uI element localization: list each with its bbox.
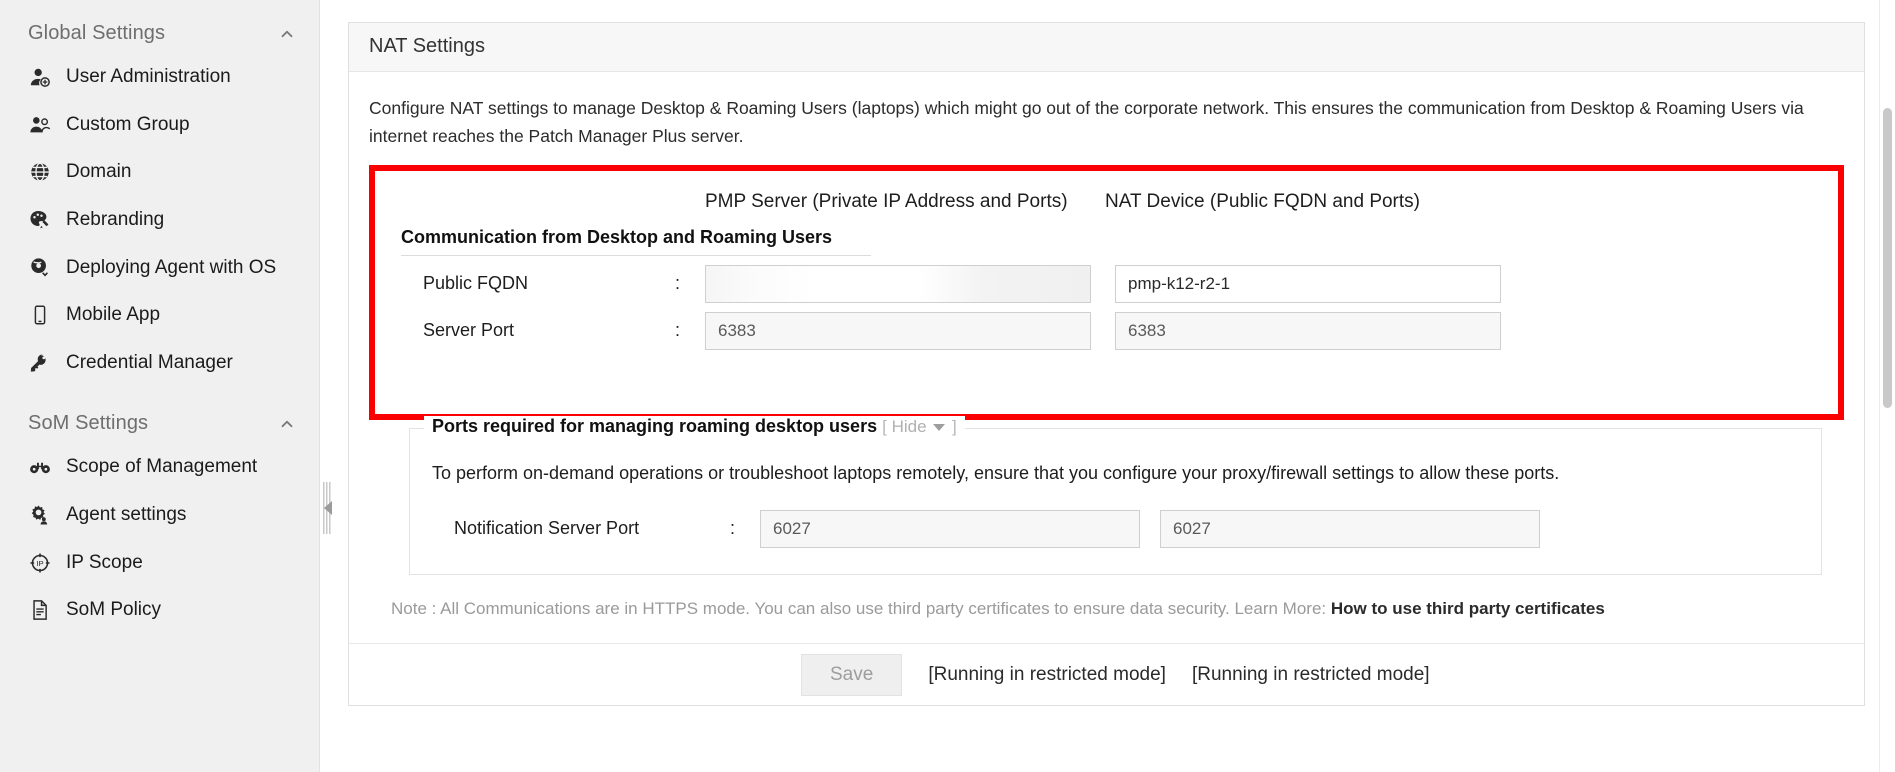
row-colon: : <box>675 273 681 294</box>
sidebar-item-label: IP Scope <box>66 551 143 573</box>
nat-settings-card: NAT Settings Configure NAT settings to m… <box>348 22 1865 706</box>
page-title: NAT Settings <box>349 23 1864 72</box>
sidebar-item-label: Deploying Agent with OS <box>66 256 277 278</box>
sidebar-item-label: Agent settings <box>66 504 187 526</box>
nat-settings-highlight-box: PMP Server (Private IP Address and Ports… <box>369 164 1844 420</box>
column-header-nat-device: NAT Device (Public FQDN and Ports) <box>1105 190 1420 212</box>
notification-server-port-nat-input[interactable] <box>1160 509 1540 548</box>
note-prefix: Note : <box>391 598 441 618</box>
sidebar-section-global-settings[interactable]: Global Settings <box>0 14 319 53</box>
mobile-phone-icon <box>28 303 52 327</box>
sidebar-item-label: Custom Group <box>66 113 190 135</box>
main-content: NAT Settings Configure NAT settings to m… <box>320 0 1895 772</box>
sidebar-item-label: SoM Policy <box>66 599 162 621</box>
server-port-pmp-input[interactable] <box>705 311 1091 350</box>
form-row-notification-server-port: Notification Server Port : <box>410 484 1821 548</box>
form-footer: Save [Running in restricted mode] [Runni… <box>349 643 1864 705</box>
globe-icon <box>28 160 52 184</box>
roaming-ports-fieldset: Ports required for managing roaming desk… <box>409 415 1822 575</box>
document-icon <box>28 598 52 622</box>
sidebar-item-agent-settings[interactable]: Agent settings <box>0 491 319 539</box>
note-text: Note : All Communications are in HTTPS m… <box>369 575 1844 619</box>
note-body: All Communications are in HTTPS mode. Yo… <box>440 598 1331 618</box>
user-add-icon <box>28 65 52 89</box>
subsection-header-wrap: Communication from Desktop and Roaming U… <box>375 213 1838 256</box>
row-colon: : <box>730 518 736 539</box>
toggle-label: Hide <box>891 416 927 436</box>
sidebar-item-label: Mobile App <box>66 304 161 326</box>
column-headers-row: PMP Server (Private IP Address and Ports… <box>375 179 1838 213</box>
public-fqdn-label: Public FQDN <box>423 273 529 294</box>
caret-down-icon[interactable] <box>933 423 946 431</box>
chevron-up-icon[interactable] <box>277 414 297 434</box>
card-body: Configure NAT settings to manage Desktop… <box>349 72 1864 619</box>
status-restricted-mode-1: [Running in restricted mode] <box>928 663 1166 685</box>
binoculars-icon <box>28 455 52 479</box>
sidebar-item-custom-group[interactable]: Custom Group <box>0 101 319 149</box>
sidebar-item-label: Scope of Management <box>66 456 258 478</box>
page-scrollbar[interactable] <box>1879 0 1895 772</box>
public-fqdn-nat-input[interactable] <box>1115 264 1501 303</box>
fieldset-legend-text: Ports required for managing roaming desk… <box>432 415 878 436</box>
palette-brush-icon <box>28 208 52 232</box>
sidebar-item-domain[interactable]: Domain <box>0 148 319 196</box>
save-button[interactable]: Save <box>801 653 903 696</box>
fieldset-toggle[interactable]: [ Hide ] <box>882 417 957 436</box>
sidebar-collapse-handle[interactable] <box>321 482 334 534</box>
sidebar-item-user-administration[interactable]: User Administration <box>0 53 319 101</box>
users-group-icon <box>28 113 52 137</box>
sidebar-item-scope-of-management[interactable]: Scope of Management <box>0 443 319 491</box>
fieldset-description: To perform on-demand operations or troub… <box>432 462 1560 483</box>
sidebar-section-gap <box>0 386 319 404</box>
nat-settings-description: Configure NAT settings to manage Desktop… <box>369 98 1804 147</box>
fieldset-legend: Ports required for managing roaming desk… <box>424 415 965 437</box>
sidebar-item-label: Domain <box>66 161 132 183</box>
sidebar-item-ip-scope[interactable]: IP IP Scope <box>0 539 319 587</box>
application-window: Global Settings User Administration Cust… <box>0 0 1895 772</box>
sidebar-item-mobile-app[interactable]: Mobile App <box>0 291 319 339</box>
sidebar-section-label: Global Settings <box>28 22 166 44</box>
gear-user-icon <box>28 503 52 527</box>
server-port-label: Server Port <box>423 320 515 341</box>
ip-target-icon: IP <box>28 551 52 575</box>
notification-server-port-label: Notification Server Port <box>454 518 640 539</box>
key-icon <box>28 351 52 375</box>
sidebar-item-rebranding[interactable]: Rebranding <box>0 196 319 244</box>
toggle-bracket-open: [ <box>882 416 887 436</box>
sidebar-section-som-settings[interactable]: SoM Settings <box>0 404 319 443</box>
status-restricted-mode-2: [Running in restricted mode] <box>1191 663 1430 685</box>
sidebar-item-credential-manager[interactable]: Credential Manager <box>0 339 319 387</box>
sidebar-item-som-policy[interactable]: SoM Policy <box>0 586 319 634</box>
public-fqdn-pmp-input[interactable] <box>705 264 1091 303</box>
row-colon: : <box>675 320 681 341</box>
chevron-up-icon[interactable] <box>277 24 297 44</box>
scrollbar-thumb[interactable] <box>1883 108 1892 408</box>
sidebar-item-deploying-agent-with-os[interactable]: Deploying Agent with OS <box>0 244 319 292</box>
form-row-public-fqdn: Public FQDN : <box>375 256 1838 303</box>
collapse-arrow-icon <box>323 501 332 515</box>
notification-server-port-pmp-input[interactable] <box>760 509 1140 548</box>
server-port-nat-input[interactable] <box>1115 311 1501 350</box>
sidebar-item-label: Rebranding <box>66 208 165 230</box>
sidebar-item-label: Credential Manager <box>66 351 233 373</box>
note-link[interactable]: How to use third party certificates <box>1331 599 1605 618</box>
agent-deploy-icon <box>28 256 52 280</box>
subsection-title-communication: Communication from Desktop and Roaming U… <box>401 227 871 256</box>
sidebar-section-label: SoM Settings <box>28 412 149 435</box>
form-row-server-port: Server Port : <box>375 303 1838 350</box>
svg-text:IP: IP <box>36 559 43 568</box>
column-header-pmp-server: PMP Server (Private IP Address and Ports… <box>705 190 1068 212</box>
sidebar: Global Settings User Administration Cust… <box>0 0 320 772</box>
sidebar-item-label: User Administration <box>66 66 231 87</box>
toggle-bracket-close: ] <box>952 416 957 436</box>
